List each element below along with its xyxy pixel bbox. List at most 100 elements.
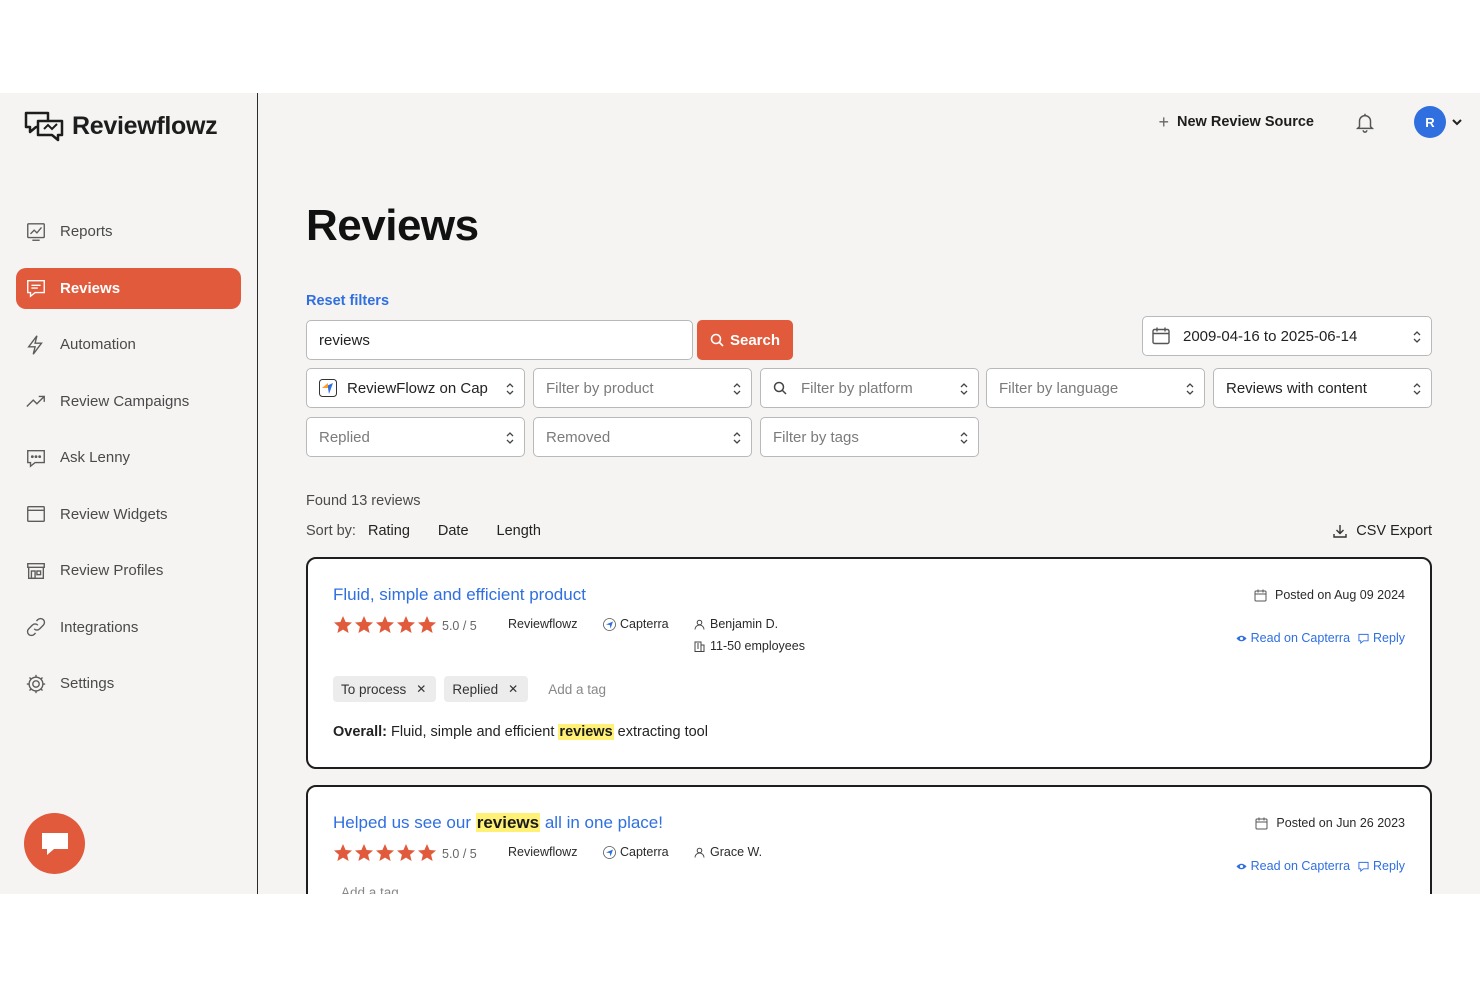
- content-select-value: Reviews with content: [1226, 379, 1367, 397]
- profile-select[interactable]: ReviewFlowz on Cap: [306, 368, 525, 408]
- close-icon[interactable]: ✕: [416, 682, 426, 696]
- search-highlight: reviews: [475, 813, 541, 832]
- overall-label: Overall:: [333, 724, 387, 740]
- product-select[interactable]: Filter by product: [533, 368, 752, 408]
- sidebar-item-review-profiles[interactable]: Review Profiles: [16, 550, 241, 591]
- sidebar-item-label: Integrations: [60, 618, 139, 636]
- sidebar-item-label: Ask Lenny: [60, 449, 131, 466]
- reset-filters-link[interactable]: Reset filters: [306, 293, 389, 309]
- calendar-icon: [1255, 817, 1268, 829]
- tag-label: Replied: [452, 681, 499, 697]
- company-size-text: 11-50 employees: [710, 639, 805, 653]
- sidebar-item-reports[interactable]: Reports: [16, 211, 241, 252]
- removed-select[interactable]: Removed: [533, 417, 752, 457]
- updown-icon: [1186, 383, 1194, 395]
- sidebar-item-label: Review Campaigns: [60, 392, 190, 410]
- sidebar-item-integrations[interactable]: Integrations: [16, 607, 241, 648]
- window-icon: [24, 502, 48, 526]
- building-icon: [694, 641, 705, 652]
- read-on-capterra-link[interactable]: Read on Capterra: [1236, 631, 1350, 645]
- read-on-capterra-link[interactable]: Read on Capterra: [1236, 859, 1350, 873]
- replied-select[interactable]: Replied: [306, 417, 525, 457]
- review-title[interactable]: Fluid, simple and efficient product: [333, 585, 586, 605]
- close-icon[interactable]: ✕: [508, 682, 518, 696]
- posted-date: Posted on Aug 09 2024: [1254, 588, 1405, 602]
- language-select[interactable]: Filter by language: [986, 368, 1205, 408]
- profile-select-value: ReviewFlowz on Cap: [347, 379, 488, 397]
- search-input[interactable]: reviews: [306, 320, 693, 360]
- star-rating: [333, 615, 437, 635]
- review-product: Reviewflowz: [508, 845, 578, 859]
- star-icon: [355, 844, 373, 861]
- date-range-picker[interactable]: 2009-04-16 to 2025-06-14: [1142, 316, 1432, 356]
- eye-icon: [1236, 635, 1247, 641]
- main-content: Reviews Reset filters reviews Search 200…: [306, 93, 1432, 894]
- store-icon: [24, 559, 48, 583]
- tags-select[interactable]: Filter by tags: [760, 417, 979, 457]
- sidebar-item-reviews[interactable]: Reviews: [16, 267, 241, 309]
- calendar-icon: [1254, 589, 1267, 601]
- sort-bar: Sort by: Rating Date Length: [306, 523, 541, 539]
- csv-export-label: CSV Export: [1356, 523, 1432, 539]
- sidebar-item-automation[interactable]: Automation: [16, 324, 241, 365]
- results-count: Found 13 reviews: [306, 493, 421, 509]
- lightning-icon: [24, 333, 48, 357]
- review-platform: Capterra: [603, 845, 669, 859]
- add-tag-input[interactable]: Add a tag: [341, 885, 399, 894]
- sidebar-item-review-widgets[interactable]: Review Widgets: [16, 494, 241, 535]
- overall-text-before: Fluid, simple and efficient: [391, 724, 555, 740]
- sidebar-item-label: Automation: [60, 336, 136, 353]
- chevron-down-icon[interactable]: [1452, 117, 1462, 127]
- updown-icon: [506, 432, 514, 444]
- reply-link-label: Reply: [1373, 859, 1405, 873]
- capterra-icon: [603, 845, 616, 859]
- reports-icon: [24, 220, 48, 244]
- posted-date-text: Posted on Jun 26 2023: [1276, 816, 1405, 830]
- logo[interactable]: Reviewflowz: [24, 109, 218, 143]
- star-icon: [418, 616, 436, 633]
- tag-chip: Replied ✕: [444, 676, 529, 702]
- sidebar-item-label: Reports: [60, 223, 113, 240]
- reply-link[interactable]: Reply: [1358, 631, 1405, 645]
- tag-label: To process: [341, 681, 407, 697]
- updown-icon: [733, 432, 741, 444]
- content-select[interactable]: Reviews with content: [1213, 368, 1432, 408]
- sort-option-rating[interactable]: Rating: [368, 523, 410, 539]
- sidebar-item-label: Reviews: [60, 279, 121, 297]
- star-icon: [334, 616, 352, 633]
- review-title[interactable]: Helped us see our reviews all in one pla…: [333, 813, 663, 833]
- support-chat-button[interactable]: [24, 813, 85, 874]
- search-button[interactable]: Search: [697, 320, 793, 360]
- reply-link-label: Reply: [1373, 631, 1405, 645]
- rating-text: 5.0 / 5: [442, 619, 477, 633]
- sidebar-nav: Reports Reviews Automation Review Campai…: [16, 211, 241, 720]
- author-name: Grace W.: [710, 845, 763, 859]
- sidebar-item-ask-lenny[interactable]: Ask Lenny: [16, 437, 241, 478]
- review-author: Grace W.: [694, 845, 762, 859]
- search-highlight: reviews: [558, 724, 614, 740]
- chat-icon: [24, 276, 48, 300]
- date-range-value: 2009-04-16 to 2025-06-14: [1183, 327, 1358, 345]
- sidebar-item-review-campaigns[interactable]: Review Campaigns: [16, 381, 241, 422]
- reply-link[interactable]: Reply: [1358, 859, 1405, 873]
- gear-icon: [24, 672, 48, 696]
- sort-option-length[interactable]: Length: [497, 523, 541, 539]
- logo-text: Reviewflowz: [72, 111, 218, 140]
- capterra-icon: [319, 379, 337, 397]
- reply-icon: [1358, 861, 1369, 872]
- review-product: Reviewflowz: [508, 617, 578, 631]
- star-icon: [397, 844, 415, 861]
- sidebar-item-settings[interactable]: Settings: [16, 663, 241, 704]
- sort-option-date[interactable]: Date: [438, 523, 469, 539]
- search-icon: [773, 379, 791, 397]
- overall-text-after: extracting tool: [617, 724, 708, 740]
- review-body: Overall: Fluid, simple and efficient rev…: [333, 724, 708, 740]
- capterra-icon: [603, 617, 616, 631]
- platform-select[interactable]: Filter by platform: [760, 368, 979, 408]
- tag-list: To process ✕ Replied ✕ Add a tag: [333, 676, 606, 702]
- review-company-size: 11-50 employees: [694, 639, 805, 653]
- review-actions: Read on Capterra Reply: [1236, 859, 1405, 873]
- add-tag-input[interactable]: Add a tag: [548, 682, 606, 697]
- platform-select-placeholder: Filter by platform: [801, 379, 913, 397]
- csv-export-button[interactable]: CSV Export: [1332, 523, 1432, 539]
